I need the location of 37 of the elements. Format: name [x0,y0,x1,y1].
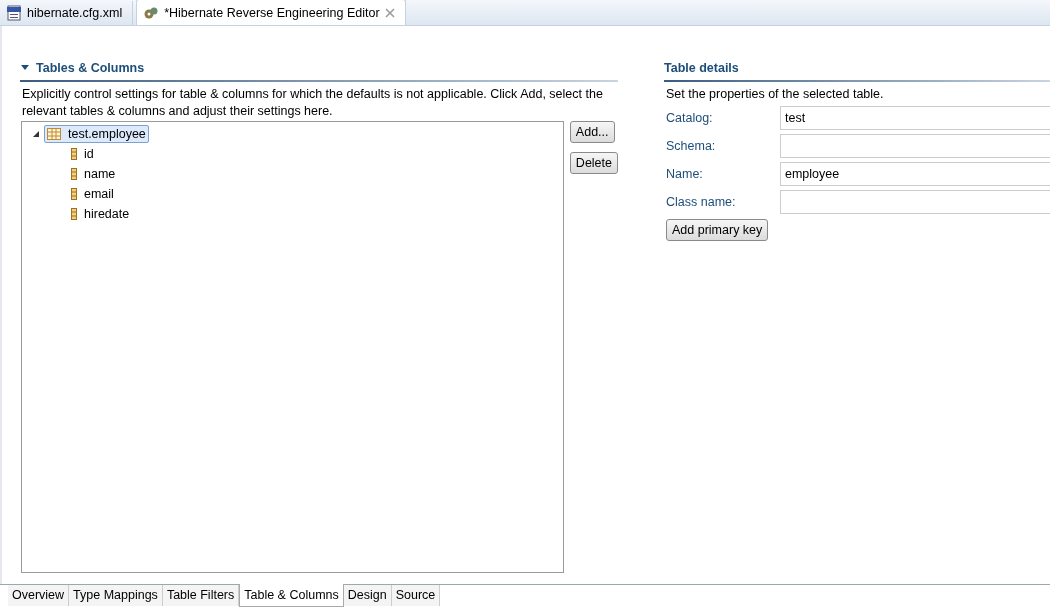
section-description: Set the properties of the selected table. [665,86,885,102]
tree-item[interactable]: test.employee [44,125,149,143]
page-tab[interactable]: Table Filters [162,585,240,606]
page-tab[interactable]: Overview [8,585,70,606]
xml-file-icon [6,5,22,21]
text-field[interactable] [780,190,1050,214]
section-title: Table details [664,61,739,75]
collapse-triangle-icon[interactable] [20,64,30,72]
field-label: Name: [665,167,704,181]
text-field[interactable]: employee [780,162,1050,186]
tree-item[interactable]: email [68,185,117,203]
field-label: Schema: [665,139,717,153]
column-icon [71,148,77,160]
table-icon [47,128,61,140]
add-primary-key-button[interactable]: Add primary key [666,219,769,241]
page-tab[interactable]: Design [343,585,392,606]
add-button[interactable]: Add... [569,121,615,143]
editor-tab[interactable]: *Hibernate Reverse Engineering Editor [136,0,406,25]
tree-item[interactable]: id [68,145,97,163]
column-icon [71,188,77,200]
editor-tab[interactable]: hibernate.cfg.xml [0,1,134,25]
field-label: Catalog: [665,111,714,125]
text-field[interactable]: test [780,106,1050,130]
page-tab[interactable]: Source [391,585,441,606]
page-tab[interactable]: Type Mappings [69,585,163,606]
page-tab[interactable]: Table & Columns [239,584,344,607]
text-field[interactable] [780,134,1050,158]
tree-item[interactable]: hiredate [68,205,133,223]
tree-item[interactable]: name [68,165,119,183]
field-label: Class name: [665,195,737,209]
column-icon [71,208,77,220]
section-title: Tables & Columns [36,61,145,75]
close-icon[interactable] [384,7,395,18]
column-icon [71,168,77,180]
expand-triangle-icon[interactable] [32,130,40,138]
section-description: Explicitly control settings for table & columns for which the defaults is not applicable. Click Add, select the relevant tables & columns and adjust their settings here. [21,86,604,120]
delete-button[interactable]: Delete [569,152,618,174]
